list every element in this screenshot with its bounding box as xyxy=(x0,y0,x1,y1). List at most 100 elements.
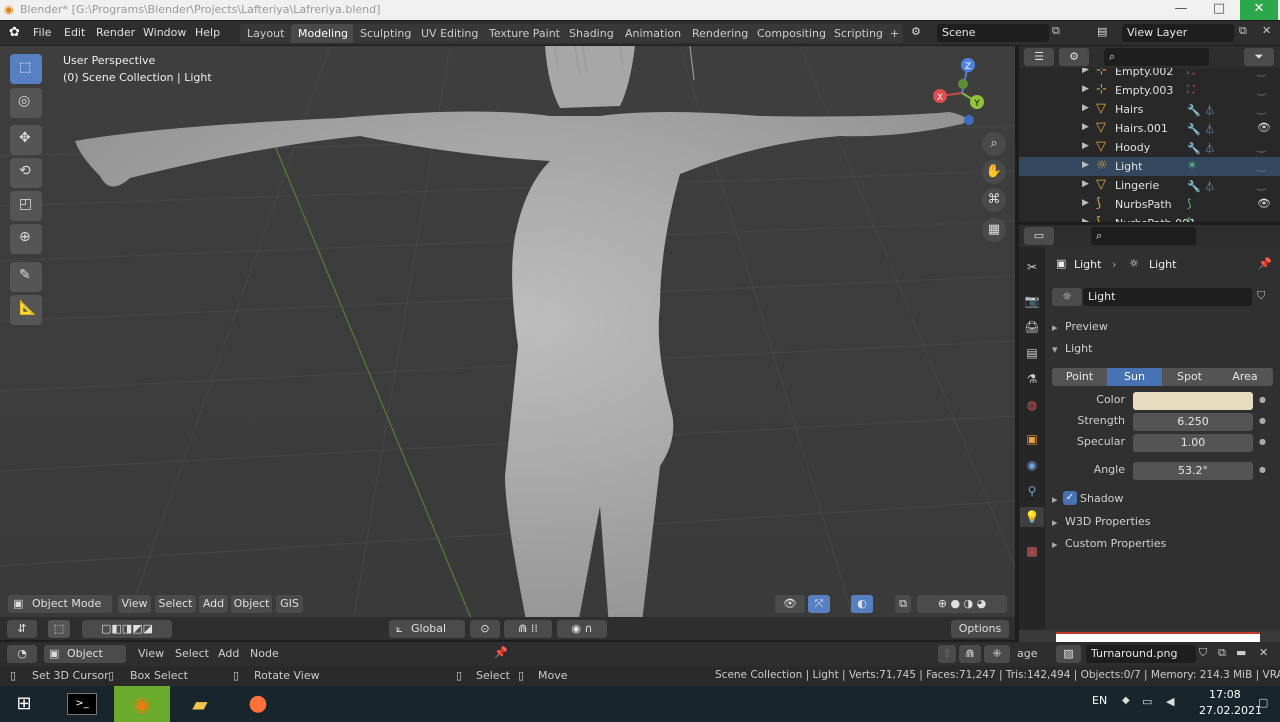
visibility-eye-icon[interactable]: ‿ xyxy=(1257,140,1266,153)
light-type-point[interactable]: Point xyxy=(1052,368,1107,386)
expand-arrow-icon[interactable]: ▶ xyxy=(1082,217,1089,222)
3d-viewport[interactable]: User Perspective (0) Scene Collection | … xyxy=(0,46,1015,640)
output-tab-icon[interactable]: 🖨 xyxy=(1022,317,1042,337)
move-tool[interactable]: ✥ xyxy=(10,125,42,155)
constraints-tab-icon[interactable]: ⚲ xyxy=(1022,481,1042,501)
color-swatch[interactable] xyxy=(1133,392,1253,410)
shadow-expand-icon[interactable]: ▸ xyxy=(1052,493,1058,506)
light-type-spot[interactable]: Spot xyxy=(1162,368,1217,386)
outliner-item-label[interactable]: Empty.003 xyxy=(1115,84,1173,97)
tray-arrow-icon[interactable]: ◆ xyxy=(1122,695,1130,706)
terminal-app-icon[interactable]: >_ xyxy=(58,686,106,722)
light-datablock-field[interactable]: Light xyxy=(1083,288,1252,306)
data-icon[interactable]: ⛶ xyxy=(1187,83,1195,97)
tool-icon[interactable]: ⇵ xyxy=(7,620,37,638)
menu-render[interactable]: Render xyxy=(96,26,135,39)
object-tab-icon[interactable]: ▣ xyxy=(1022,429,1042,449)
keyframe-dot-icon[interactable]: ● xyxy=(1259,416,1266,425)
expand-arrow-icon[interactable]: ▶ xyxy=(1082,68,1089,75)
data-icon[interactable]: 🔧 ⏃ xyxy=(1187,102,1215,118)
minimize-button[interactable]: — xyxy=(1162,0,1200,20)
keyframe-dot-icon[interactable]: ● xyxy=(1259,395,1266,404)
outliner-item-label[interactable]: Lingerie xyxy=(1115,179,1159,192)
language-indicator[interactable]: EN xyxy=(1092,694,1107,707)
windows-start-icon[interactable]: ⊞ xyxy=(0,686,48,722)
select-box-tool[interactable]: ⬚ xyxy=(10,54,42,84)
display-mode-icon[interactable]: ⚙ xyxy=(1059,48,1089,66)
visibility-eye-icon[interactable]: ‿ xyxy=(1257,159,1266,172)
viewport-menu-gis[interactable]: GIS xyxy=(276,595,303,613)
outliner-search-field[interactable]: ⌕ xyxy=(1104,48,1209,66)
outliner-row[interactable]: ▶ ▽ Hairs 🔧 ⏃ ‿ xyxy=(1019,100,1280,119)
outliner-row[interactable]: ▶ ▽ Lingerie 🔧 ⏃ ‿ xyxy=(1019,176,1280,195)
close-button[interactable]: ✕ xyxy=(1240,0,1278,20)
outliner-item-label[interactable]: Hoody xyxy=(1115,141,1150,154)
texture-tab-icon[interactable]: ▩ xyxy=(1022,541,1042,561)
remove-view-layer-icon[interactable]: ✕ xyxy=(1262,24,1271,37)
tab-compositing[interactable]: Compositing xyxy=(750,24,833,43)
parent-node-icon[interactable]: ⇧ xyxy=(938,645,956,663)
viewport-menu-select[interactable]: Select xyxy=(155,595,196,613)
clock-time[interactable]: 17:08 xyxy=(1209,688,1241,701)
outliner-item-label[interactable]: NurbsPath.001 xyxy=(1115,217,1196,222)
tab-animation[interactable]: Animation xyxy=(618,24,689,43)
clock-date[interactable]: 27.02.2021 xyxy=(1199,704,1262,717)
menu-edit[interactable]: Edit xyxy=(64,26,85,39)
scene-name-field[interactable]: Scene xyxy=(937,24,1049,42)
scale-tool[interactable]: ◰ xyxy=(10,191,42,221)
snap-target-icon[interactable]: ⁜ xyxy=(984,645,1010,663)
light-datablock-icon[interactable]: ☼ xyxy=(1052,288,1082,306)
render-tab-icon[interactable]: 📷 xyxy=(1022,291,1042,311)
add-workspace-button[interactable]: + xyxy=(886,24,904,43)
outliner-item-label[interactable]: NurbsPath xyxy=(1115,198,1172,211)
light-collapse-icon[interactable]: ▾ xyxy=(1052,343,1058,356)
tab-layout[interactable]: Layout xyxy=(240,24,292,43)
data-icon[interactable]: ⟆ xyxy=(1187,197,1191,210)
view-layer-tab-icon[interactable]: ▤ xyxy=(1022,343,1042,363)
scene-tab-icon[interactable]: ⚗ xyxy=(1022,369,1042,389)
snapping-icon[interactable]: ⋒ ⁞⁞ xyxy=(504,620,552,638)
light-type-area[interactable]: Area xyxy=(1217,368,1273,386)
visibility-eye-icon[interactable]: ‿ xyxy=(1257,178,1266,191)
node-menu-add[interactable]: Add xyxy=(218,647,239,660)
firefox-icon[interactable]: ● xyxy=(234,686,282,722)
outliner-row[interactable]: ▶⟆NurbsPath.001⟆‿ xyxy=(1019,214,1280,222)
properties-search-field[interactable]: ⌕ xyxy=(1091,227,1196,245)
visibility-eye-icon[interactable]: ‿ xyxy=(1257,68,1266,77)
tab-shading[interactable]: Shading xyxy=(562,24,621,43)
outliner-row[interactable]: ▶ ⊹ Empty.002 ⛶ ‿ xyxy=(1019,68,1280,81)
unlink-icon[interactable]: ✕ xyxy=(1259,646,1268,659)
outliner-panel[interactable]: ☰ ⚙ ⌕ ⏷ ▶ ⊹ Empty.002 ⛶ ‿ ▶ ⊹ Empty.003 ⛶ ‿ ▶ ▽ Hair… xyxy=(1019,46,1280,222)
tab-texture-paint[interactable]: Texture Paint xyxy=(482,24,567,43)
object-mode-dropdown[interactable]: Object Mode xyxy=(8,595,112,613)
new-image-icon[interactable]: ⧉ xyxy=(1218,646,1226,660)
camera-view-icon[interactable]: ⌘ xyxy=(982,188,1006,212)
blender-app-icon[interactable]: ◉ xyxy=(114,686,170,722)
view-layer-field[interactable]: View Layer xyxy=(1122,24,1234,42)
preview-expand-icon[interactable]: ▸ xyxy=(1052,321,1058,334)
data-icon[interactable]: ⛶ xyxy=(1187,68,1195,78)
light-type-sun[interactable]: Sun xyxy=(1107,368,1162,386)
physics-tab-icon[interactable]: ◉ xyxy=(1022,455,1042,475)
fake-user-shield-icon[interactable]: ⛉ xyxy=(1199,646,1207,660)
light-data-tab-icon[interactable]: 💡 xyxy=(1020,507,1044,527)
panel-preview[interactable]: Preview xyxy=(1065,320,1108,333)
data-icon[interactable]: ☀ xyxy=(1187,159,1197,172)
visibility-eye-icon[interactable]: 👁 xyxy=(1257,121,1271,134)
outliner-row[interactable]: ▶ ⟆ NurbsPath ⟆ 👁 xyxy=(1019,195,1280,214)
data-icon[interactable]: 🔧 ⏃ xyxy=(1187,178,1215,194)
zoom-icon[interactable]: ⌕ xyxy=(982,132,1006,156)
outliner-row[interactable]: ▶ ⊹ Empty.003 ⛶ ‿ xyxy=(1019,81,1280,100)
snap-icon[interactable]: ⋒ xyxy=(959,645,981,663)
xray-toggle-icon[interactable]: ⧉ xyxy=(895,595,911,613)
visibility-eye-icon[interactable]: 👁 xyxy=(1257,197,1271,210)
visibility-eye-icon[interactable]: ‿ xyxy=(1257,83,1266,96)
tab-modeling[interactable]: Modeling xyxy=(291,24,356,43)
overlay-toggle-icon[interactable]: ◐ xyxy=(851,595,873,613)
tab-uv-editing[interactable]: UV Editing xyxy=(414,24,486,43)
strength-field[interactable]: 6.250 xyxy=(1133,413,1253,431)
viewport-menu-view[interactable]: View xyxy=(118,595,151,613)
expand-arrow-icon[interactable]: ▶ xyxy=(1082,84,1089,94)
keyframe-dot-icon[interactable]: ● xyxy=(1259,437,1266,446)
properties-panel[interactable]: ▭ ⌕ ✂ 📷 🖨 ▤ ⚗ ◍ ▣ ◉ ⚲ 💡 ▩ ▣ Light › ☼ Li… xyxy=(1019,225,1280,630)
